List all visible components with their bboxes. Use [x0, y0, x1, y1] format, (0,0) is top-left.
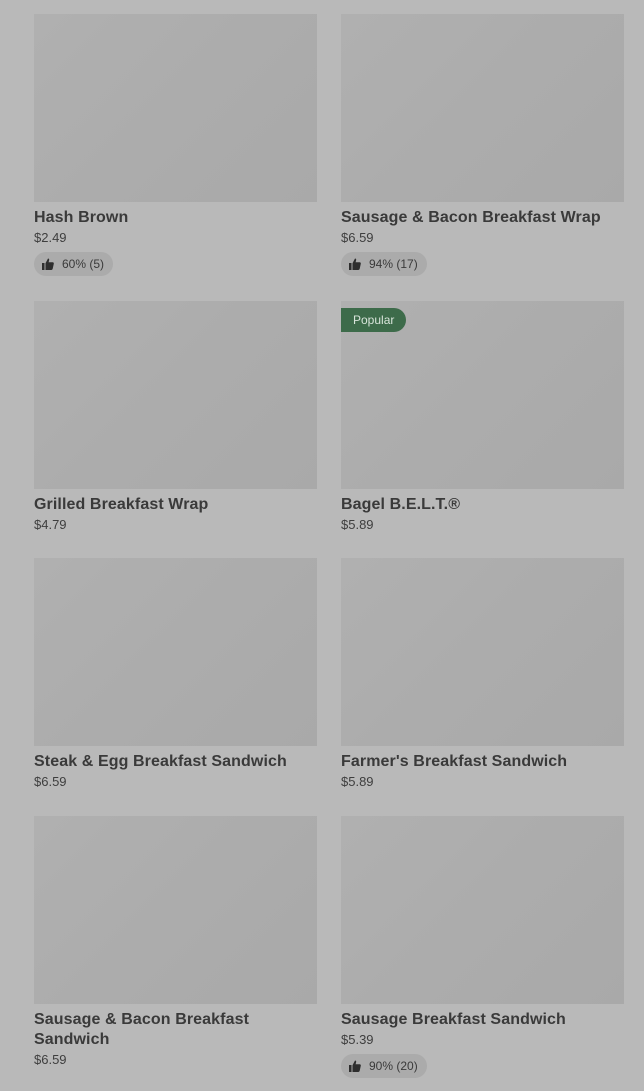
rating-text: 60% (5): [62, 257, 105, 271]
item-image[interactable]: [341, 558, 624, 746]
item-price: $2.49: [34, 230, 67, 245]
thumbs-up-icon: [349, 1060, 361, 1072]
menu-item-card[interactable]: Steak & Egg Breakfast Sandwich $6.59: [34, 558, 317, 816]
item-price: $5.39: [341, 1032, 374, 1047]
menu-item-card[interactable]: Grilled Breakfast Wrap $4.79: [34, 301, 317, 558]
item-price: $6.59: [341, 230, 374, 245]
item-name: Hash Brown: [34, 209, 129, 226]
item-image[interactable]: [34, 301, 317, 489]
menu-item-card[interactable]: Sausage Breakfast Sandwich $5.39 90% (20…: [341, 816, 624, 1078]
menu-item-card[interactable]: Popular Bagel B.E.L.T.® $5.89: [341, 301, 624, 558]
item-name: Sausage & Bacon Breakfast Sandwich: [34, 1011, 250, 1048]
item-name: Bagel B.E.L.T.®: [341, 496, 461, 513]
item-price: $6.59: [34, 774, 67, 789]
item-image[interactable]: [341, 816, 624, 1004]
rating-badge: 60% (5): [34, 252, 114, 276]
thumbs-up-icon: [349, 258, 361, 270]
item-name: Sausage & Bacon Breakfast Wrap: [341, 209, 601, 226]
menu-item-card[interactable]: Sausage & Bacon Breakfast Sandwich $6.59: [34, 816, 317, 1076]
item-image[interactable]: [34, 558, 317, 746]
rating-badge: 94% (17): [341, 252, 427, 276]
item-name: Grilled Breakfast Wrap: [34, 496, 209, 513]
item-image[interactable]: [34, 816, 317, 1004]
thumbs-up-icon: [42, 258, 54, 270]
item-price: $5.89: [341, 774, 374, 789]
popular-badge: Popular: [341, 308, 407, 332]
rating-text: 94% (17): [369, 257, 418, 271]
item-image[interactable]: [34, 14, 317, 202]
item-name: Sausage Breakfast Sandwich: [341, 1011, 566, 1028]
item-name: Steak & Egg Breakfast Sandwich: [34, 753, 287, 770]
item-name: Farmer's Breakfast Sandwich: [341, 753, 568, 770]
rating-badge: 90% (20): [341, 1054, 427, 1078]
menu-item-grid: Hash Brown $2.49 60% (5) Sausage & Bacon…: [34, 14, 624, 1078]
rating-text: 90% (20): [369, 1059, 418, 1073]
menu-item-card[interactable]: Sausage & Bacon Breakfast Wrap $6.59 94%…: [341, 14, 624, 301]
menu-item-card[interactable]: Farmer's Breakfast Sandwich $5.89: [341, 558, 624, 816]
menu-item-card[interactable]: Hash Brown $2.49 60% (5): [34, 14, 317, 301]
item-price: $5.89: [341, 517, 374, 532]
item-image[interactable]: Popular: [341, 301, 624, 489]
item-price: $6.59: [34, 1052, 67, 1067]
item-price: $4.79: [34, 517, 67, 532]
item-image[interactable]: [341, 14, 624, 202]
